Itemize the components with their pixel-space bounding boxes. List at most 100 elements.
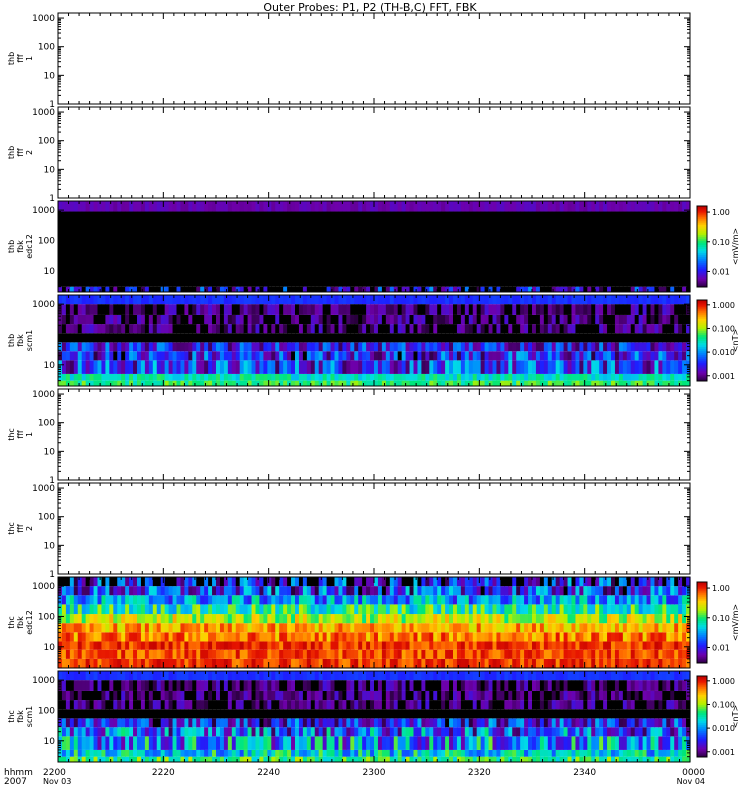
heatmap-cell — [94, 595, 99, 604]
heatmap-cell — [643, 595, 648, 604]
heatmap-cell — [623, 586, 628, 595]
y-tick-label: 100 — [38, 513, 55, 523]
heatmap-cell — [528, 650, 533, 659]
heatmap-cell — [184, 381, 189, 386]
heatmap-cell — [654, 623, 659, 632]
heatmap-cell — [200, 333, 205, 342]
heatmap-cell — [335, 201, 340, 212]
heatmap-cell — [453, 333, 458, 342]
heatmap-cell — [94, 287, 99, 292]
heatmap-cell — [259, 577, 264, 586]
heatmap-cell — [564, 614, 569, 623]
heatmap-cell — [429, 333, 434, 342]
heatmap-cell — [105, 659, 110, 668]
heatmap-cell — [512, 641, 517, 649]
heatmap-cell — [485, 333, 490, 342]
heatmap-cell — [311, 351, 316, 360]
heatmap-cell — [279, 351, 284, 360]
heatmap-cell — [524, 295, 529, 304]
heatmap-cell — [544, 595, 549, 604]
heatmap-cell — [682, 304, 687, 315]
heatmap-cell — [465, 212, 470, 287]
heatmap-cell — [374, 201, 379, 212]
heatmap-cell — [496, 342, 501, 351]
heatmap-cell — [516, 577, 521, 586]
heatmap-cell — [635, 595, 640, 604]
heatmap-cell — [331, 381, 336, 386]
heatmap-cell — [465, 351, 470, 360]
heatmap-cell — [157, 295, 162, 304]
heatmap-cell — [489, 623, 494, 632]
y-axis-label-line: thb — [7, 146, 16, 159]
heatmap-cell — [398, 360, 403, 374]
heatmap-cell — [153, 315, 158, 324]
heatmap-cell — [342, 595, 347, 604]
heatmap-cell — [536, 641, 541, 649]
heatmap-cell — [216, 374, 221, 381]
heatmap-cell — [394, 614, 399, 623]
heatmap-cell — [184, 632, 189, 641]
heatmap-cell — [165, 381, 170, 386]
heatmap-cell — [196, 641, 201, 649]
heatmap-cell — [647, 201, 652, 212]
heatmap-cell — [374, 623, 379, 632]
heatmap-cell — [331, 342, 336, 351]
heatmap-cell — [358, 595, 363, 604]
heatmap-cell — [252, 604, 257, 614]
heatmap-cell — [639, 381, 644, 386]
heatmap-cell — [682, 632, 687, 641]
heatmap-cell — [291, 595, 296, 604]
heatmap-cell — [263, 604, 268, 614]
heatmap-cell — [651, 595, 656, 604]
heatmap-cell — [607, 304, 612, 315]
heatmap-cell — [485, 304, 490, 315]
heatmap-cell — [647, 342, 652, 351]
heatmap-cell — [548, 595, 553, 604]
heatmap-cell — [105, 351, 110, 360]
heatmap-cell — [564, 577, 569, 586]
heatmap-cell — [508, 641, 513, 649]
heatmap-cell — [366, 586, 371, 595]
heatmap-cell — [631, 641, 636, 649]
heatmap-cell — [141, 641, 146, 649]
heatmap-cell — [354, 614, 359, 623]
heatmap-cell — [121, 623, 126, 632]
heatmap-cell — [469, 659, 474, 668]
heatmap-cell — [105, 212, 110, 287]
heatmap-cell — [338, 351, 343, 360]
heatmap-cell — [200, 577, 205, 586]
heatmap-cell — [619, 201, 624, 212]
y-tick-label: 10 — [44, 361, 56, 371]
heatmap-cell — [145, 315, 150, 324]
colorbar-label: <nT> — [731, 329, 740, 352]
heatmap-cell — [378, 287, 383, 292]
heatmap-cell — [631, 295, 636, 304]
heatmap-cell — [461, 641, 466, 649]
heatmap-cell — [496, 360, 501, 374]
heatmap-cell — [165, 333, 170, 342]
heatmap-cell — [540, 632, 545, 641]
heatmap-cell — [429, 324, 434, 333]
heatmap-cell — [583, 201, 588, 212]
heatmap-cell — [666, 315, 671, 324]
heatmap-cell — [173, 650, 178, 659]
heatmap-cell — [540, 360, 545, 374]
heatmap-cell — [125, 201, 130, 212]
y-tick-label: 100 — [38, 236, 55, 246]
heatmap-cell — [74, 360, 79, 374]
heatmap-cell — [504, 632, 509, 641]
heatmap-cell — [192, 641, 197, 649]
heatmap-cell — [248, 374, 253, 381]
y-axis-label-line: edc12 — [25, 234, 34, 259]
heatmap-cell — [453, 577, 458, 586]
heatmap-cell — [611, 659, 616, 668]
heatmap-cell — [461, 659, 466, 668]
heatmap-cell — [378, 595, 383, 604]
heatmap-cell — [188, 342, 193, 351]
heatmap-cell — [560, 304, 565, 315]
heatmap-cell — [378, 315, 383, 324]
heatmap-cell — [252, 360, 257, 374]
heatmap-cell — [157, 287, 162, 292]
heatmap-cell — [287, 212, 292, 287]
heatmap-cell — [520, 360, 525, 374]
